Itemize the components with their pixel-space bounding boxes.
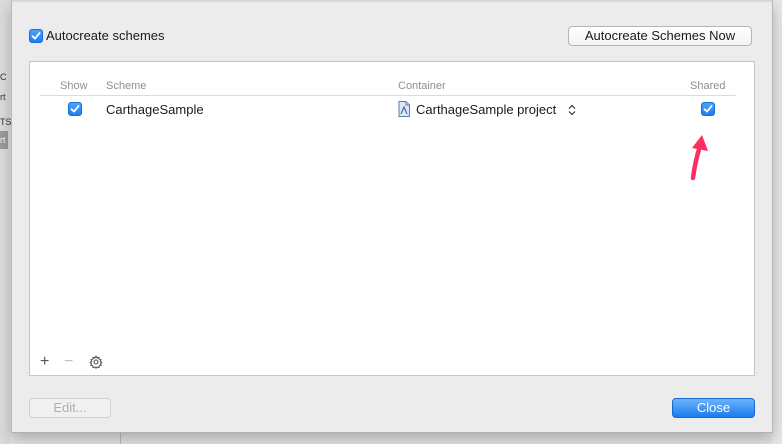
manage-schemes-sheet: Autocreate schemes Autocreate Schemes No… <box>11 0 773 433</box>
background-glyph: C <box>0 72 7 82</box>
background-window-right <box>772 0 782 444</box>
shared-checkbox[interactable] <box>701 102 715 116</box>
column-header-container[interactable]: Container <box>398 80 446 92</box>
gear-icon[interactable] <box>89 355 103 369</box>
annotation-arrow-icon <box>690 135 708 181</box>
column-header-show[interactable]: Show <box>60 80 88 92</box>
scheme-name: CarthageSample <box>106 102 204 117</box>
remove-scheme-button[interactable]: − <box>64 353 73 371</box>
edit-button[interactable]: Edit... <box>29 398 111 418</box>
add-scheme-button[interactable]: + <box>40 353 49 371</box>
autocreate-schemes-label[interactable]: Autocreate schemes <box>46 28 165 43</box>
background-glyph: TS <box>0 117 12 127</box>
background-glyph: rt <box>0 92 6 102</box>
column-header-scheme[interactable]: Scheme <box>106 80 146 92</box>
xcode-project-icon <box>398 101 410 117</box>
background-glyph: rt <box>0 135 6 145</box>
header-divider <box>40 95 736 96</box>
close-button[interactable]: Close <box>672 398 755 418</box>
show-checkbox[interactable] <box>68 102 82 116</box>
updown-chevron-icon[interactable] <box>568 104 576 116</box>
autocreate-schemes-checkbox[interactable] <box>29 29 43 43</box>
column-header-shared[interactable]: Shared <box>690 80 725 92</box>
schemes-table: Show Scheme Container Shared CarthageSam… <box>29 61 755 376</box>
container-popup[interactable]: CarthageSample project <box>416 102 556 117</box>
autocreate-schemes-now-button[interactable]: Autocreate Schemes Now <box>568 26 752 46</box>
background-window-left: C rt TS rt <box>0 0 12 444</box>
